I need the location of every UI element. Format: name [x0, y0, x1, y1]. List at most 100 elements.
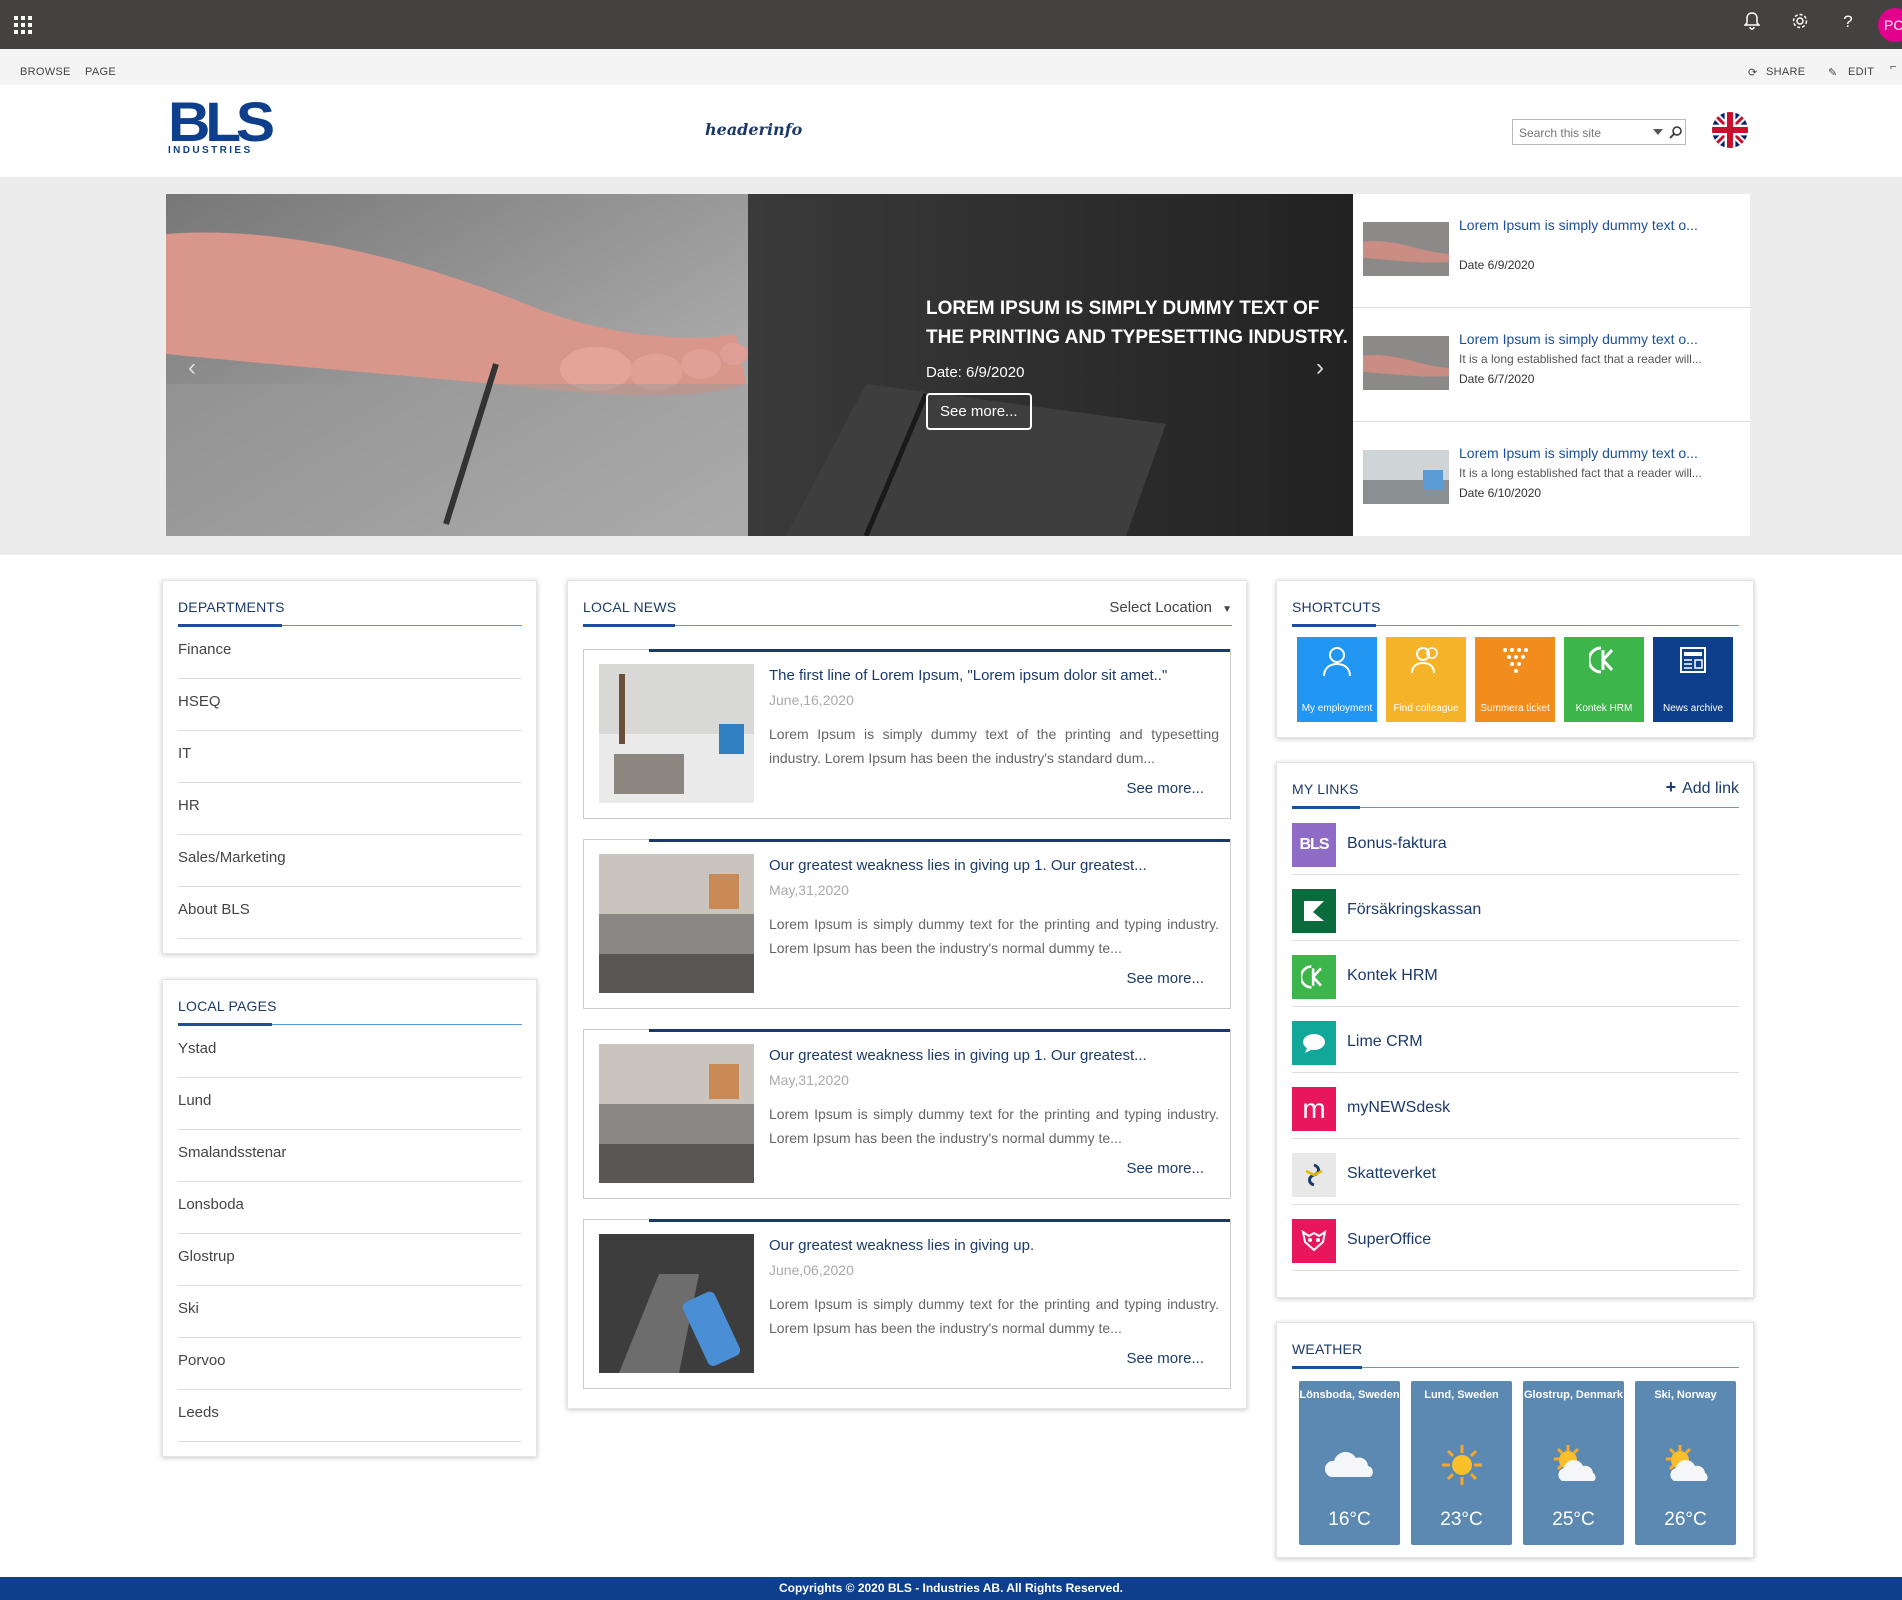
- select-location-label[interactable]: Select Location: [1109, 599, 1212, 616]
- department-label[interactable]: About BLS: [178, 901, 250, 918]
- my-link-label[interactable]: Skatteverket: [1347, 1165, 1436, 1183]
- carousel-see-more-button[interactable]: See more...: [926, 393, 1032, 430]
- news-carousel[interactable]: ‹ › LOREM IPSUM IS SIMPLY DUMMY TEXT OF …: [166, 194, 1353, 536]
- chevron-down-icon[interactable]: ▼: [1222, 604, 1232, 615]
- my-link-label[interactable]: myNEWSdesk: [1347, 1099, 1450, 1117]
- side-news-item[interactable]: Lorem Ipsum is simply dummy text o... Da…: [1353, 194, 1750, 308]
- local-page-item[interactable]: Ski: [178, 1286, 522, 1338]
- local-page-label[interactable]: Lonsboda: [178, 1196, 244, 1213]
- local-page-label[interactable]: Ski: [178, 1300, 199, 1317]
- settings-gear-icon[interactable]: [1788, 12, 1812, 35]
- select-location-dropdown[interactable]: Select Location ▼: [1109, 599, 1232, 616]
- ribbon-tab-browse[interactable]: BROWSE: [20, 66, 71, 78]
- local-page-label[interactable]: Lund: [178, 1092, 211, 1109]
- my-link-label[interactable]: Försäkringskassan: [1347, 901, 1481, 919]
- my-link-label[interactable]: Kontek HRM: [1347, 967, 1438, 985]
- my-link-label[interactable]: Lime CRM: [1347, 1033, 1423, 1051]
- my-link-label[interactable]: SuperOffice: [1347, 1231, 1431, 1249]
- app-launcher-icon[interactable]: [14, 16, 32, 34]
- department-item[interactable]: HSEQ: [178, 679, 522, 731]
- add-link-label[interactable]: Add link: [1682, 780, 1739, 797]
- weather-location: Lund, Sweden: [1424, 1389, 1499, 1401]
- my-link-item[interactable]: Kontek HRM: [1292, 941, 1739, 1007]
- department-label[interactable]: Finance: [178, 641, 231, 658]
- see-more-link[interactable]: See more...: [1126, 970, 1204, 987]
- side-news-item[interactable]: Lorem Ipsum is simply dummy text o... It…: [1353, 422, 1750, 536]
- news-title[interactable]: Our greatest weakness lies in giving up …: [769, 857, 1147, 874]
- see-more-link[interactable]: See more...: [1126, 780, 1204, 797]
- carousel-title[interactable]: LOREM IPSUM IS SIMPLY DUMMY TEXT OF THE …: [926, 294, 1353, 352]
- department-label[interactable]: HSEQ: [178, 693, 221, 710]
- notification-bell-icon[interactable]: [1740, 12, 1764, 35]
- side-news-title[interactable]: Lorem Ipsum is simply dummy text o...: [1459, 445, 1744, 461]
- news-date: June,06,2020: [769, 1262, 854, 1278]
- local-page-item[interactable]: Porvoo: [178, 1338, 522, 1390]
- news-title[interactable]: Our greatest weakness lies in giving up.: [769, 1237, 1034, 1254]
- uk-flag-icon[interactable]: [1712, 112, 1748, 148]
- search-icon[interactable]: [1669, 125, 1683, 139]
- footer: Copyrights © 2020 BLS - Industries AB. A…: [0, 1577, 1902, 1600]
- see-more-link[interactable]: See more...: [1126, 1350, 1204, 1367]
- department-item[interactable]: Finance: [178, 627, 522, 679]
- department-item[interactable]: About BLS: [178, 887, 522, 939]
- local-page-label[interactable]: Ystad: [178, 1040, 216, 1057]
- shortcut-my-employment[interactable]: My employment: [1297, 637, 1377, 722]
- bls-logo[interactable]: BLS INDUSTRIES: [168, 94, 275, 159]
- kontek-icon: [1564, 645, 1644, 682]
- department-item[interactable]: IT: [178, 731, 522, 783]
- shortcut-summera-ticket[interactable]: Summera ticket: [1475, 637, 1555, 722]
- my-link-item[interactable]: Skatteverket: [1292, 1139, 1739, 1205]
- side-news-item[interactable]: Lorem Ipsum is simply dummy text o... It…: [1353, 308, 1750, 422]
- news-title[interactable]: The first line of Lorem Ipsum, "Lorem ip…: [769, 667, 1167, 684]
- share-icon[interactable]: ⟳: [1748, 66, 1758, 79]
- department-label[interactable]: HR: [178, 797, 200, 814]
- focus-icon[interactable]: ⌐: [1890, 61, 1897, 73]
- department-item[interactable]: Sales/Marketing: [178, 835, 522, 887]
- news-excerpt: Lorem Ipsum is simply dummy text for the…: [769, 1296, 1219, 1336]
- local-page-label[interactable]: Porvoo: [178, 1352, 226, 1369]
- add-link-button[interactable]: + Add link: [1666, 777, 1739, 798]
- news-item[interactable]: Our greatest weakness lies in giving up …: [583, 839, 1231, 1009]
- user-avatar[interactable]: PC: [1878, 8, 1902, 42]
- local-page-item[interactable]: Lund: [178, 1078, 522, 1130]
- shortcut-find-colleague[interactable]: Find colleague: [1386, 637, 1466, 722]
- my-link-item[interactable]: Lime CRM: [1292, 1007, 1739, 1073]
- search-box[interactable]: Search this site: [1512, 119, 1686, 145]
- local-page-label[interactable]: Glostrup: [178, 1248, 235, 1265]
- news-title[interactable]: Our greatest weakness lies in giving up …: [769, 1047, 1147, 1064]
- news-item-accent: [649, 649, 1230, 652]
- local-page-label[interactable]: Leeds: [178, 1404, 219, 1421]
- my-link-item[interactable]: m myNEWSdesk: [1292, 1073, 1739, 1139]
- my-link-item[interactable]: BLS Bonus-faktura: [1292, 809, 1739, 875]
- shortcut-news-archive[interactable]: News archive: [1653, 637, 1733, 722]
- share-button[interactable]: SHARE: [1766, 66, 1805, 78]
- edit-icon[interactable]: ✎: [1828, 66, 1838, 79]
- help-icon[interactable]: ?: [1836, 12, 1860, 32]
- side-news-title[interactable]: Lorem Ipsum is simply dummy text o...: [1459, 331, 1744, 347]
- news-date: June,16,2020: [769, 692, 854, 708]
- local-page-item[interactable]: Glostrup: [178, 1234, 522, 1286]
- news-item[interactable]: Our greatest weakness lies in giving up.…: [583, 1219, 1231, 1389]
- department-label[interactable]: Sales/Marketing: [178, 849, 286, 866]
- department-item[interactable]: HR: [178, 783, 522, 835]
- see-more-link[interactable]: See more...: [1126, 1160, 1204, 1177]
- search-scope-dropdown-icon[interactable]: [1653, 129, 1663, 137]
- local-page-item[interactable]: Smalandsstenar: [178, 1130, 522, 1182]
- edit-button[interactable]: EDIT: [1848, 66, 1874, 78]
- my-link-label[interactable]: Bonus-faktura: [1347, 835, 1447, 853]
- local-page-label[interactable]: Smalandsstenar: [178, 1144, 286, 1161]
- news-item[interactable]: Our greatest weakness lies in giving up …: [583, 1029, 1231, 1199]
- local-page-item[interactable]: Ystad: [178, 1026, 522, 1078]
- search-input[interactable]: Search this site: [1519, 126, 1601, 140]
- ribbon-tab-page[interactable]: PAGE: [85, 66, 116, 78]
- news-item[interactable]: The first line of Lorem Ipsum, "Lorem ip…: [583, 649, 1231, 819]
- local-page-item[interactable]: Lonsboda: [178, 1182, 522, 1234]
- side-news-title[interactable]: Lorem Ipsum is simply dummy text o...: [1459, 217, 1744, 233]
- local-page-item[interactable]: Leeds: [178, 1390, 522, 1442]
- shortcut-kontek-hrm[interactable]: Kontek HRM: [1564, 637, 1644, 722]
- weather-tile: Glostrup, Denmark 25°C: [1523, 1381, 1624, 1545]
- my-link-item[interactable]: SuperOffice: [1292, 1205, 1739, 1271]
- carousel-prev-icon[interactable]: ‹: [188, 354, 196, 382]
- department-label[interactable]: IT: [178, 745, 191, 762]
- my-link-item[interactable]: Försäkringskassan: [1292, 875, 1739, 941]
